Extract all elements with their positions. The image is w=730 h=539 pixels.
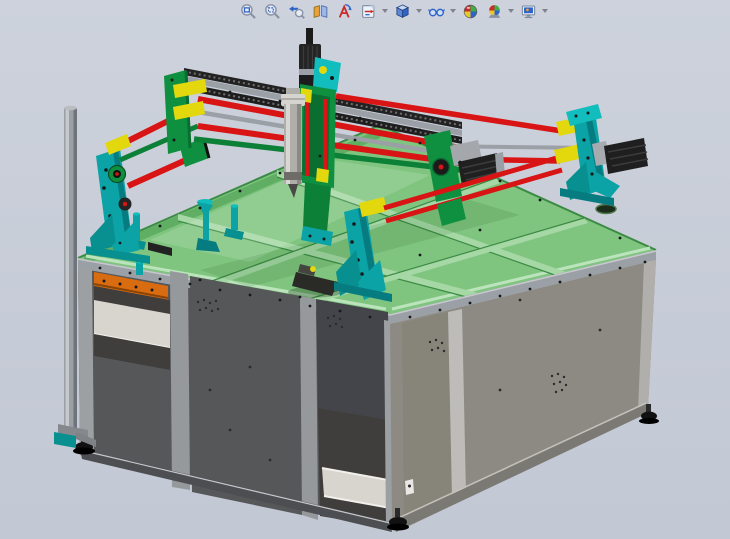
hide-show-items-button[interactable]: [426, 1, 446, 21]
chevron-down-icon: [416, 9, 422, 13]
edit-appearance-icon: [462, 3, 479, 20]
right-rail-stand: [554, 104, 648, 206]
drawer-knob: [136, 262, 143, 275]
chevron-down-icon: [508, 9, 514, 13]
view-orientation-button[interactable]: [358, 1, 378, 21]
spindle: [281, 88, 305, 198]
view-settings-button[interactable]: [518, 1, 538, 21]
dynamic-annotation-views-icon: [336, 3, 353, 20]
display-style-button[interactable]: [392, 1, 412, 21]
apply-scene-dropdown-arrow[interactable]: [506, 2, 516, 20]
dynamic-annotation-views-button[interactable]: [334, 1, 354, 21]
cad-viewport[interactable]: [0, 0, 730, 539]
model-canvas[interactable]: [0, 0, 730, 539]
table-hole: [596, 205, 616, 214]
z-top-bracket: [313, 57, 341, 92]
view-settings-icon: [520, 3, 537, 20]
section-view-button[interactable]: [310, 1, 330, 21]
view-settings-dropdown-arrow[interactable]: [540, 2, 550, 20]
edit-appearance-button[interactable]: [460, 1, 480, 21]
zoom-to-area-icon: [264, 3, 281, 20]
open-shelf-compartment: [94, 286, 170, 370]
view-orientation-dropdown-arrow[interactable]: [380, 2, 390, 20]
hide-show-items-icon: [428, 3, 445, 20]
display-style-dropdown-arrow[interactable]: [414, 2, 424, 20]
chevron-down-icon: [450, 9, 456, 13]
section-view-icon: [312, 3, 329, 20]
chevron-down-icon: [382, 9, 388, 13]
chevron-down-icon: [542, 9, 548, 13]
zoom-to-area-button[interactable]: [262, 1, 282, 21]
display-style-icon: [394, 3, 411, 20]
previous-view-icon: [288, 3, 305, 20]
zoom-to-fit-icon: [240, 3, 257, 20]
y-axis-motor: [604, 138, 648, 174]
apply-scene-icon: [486, 3, 503, 20]
view-orientation-icon: [360, 3, 377, 20]
previous-view-button[interactable]: [286, 1, 306, 21]
heads-up-view-toolbar: [236, 1, 550, 21]
zoom-to-fit-button[interactable]: [238, 1, 258, 21]
hide-show-items-dropdown-arrow[interactable]: [448, 2, 458, 20]
apply-scene-button[interactable]: [484, 1, 504, 21]
